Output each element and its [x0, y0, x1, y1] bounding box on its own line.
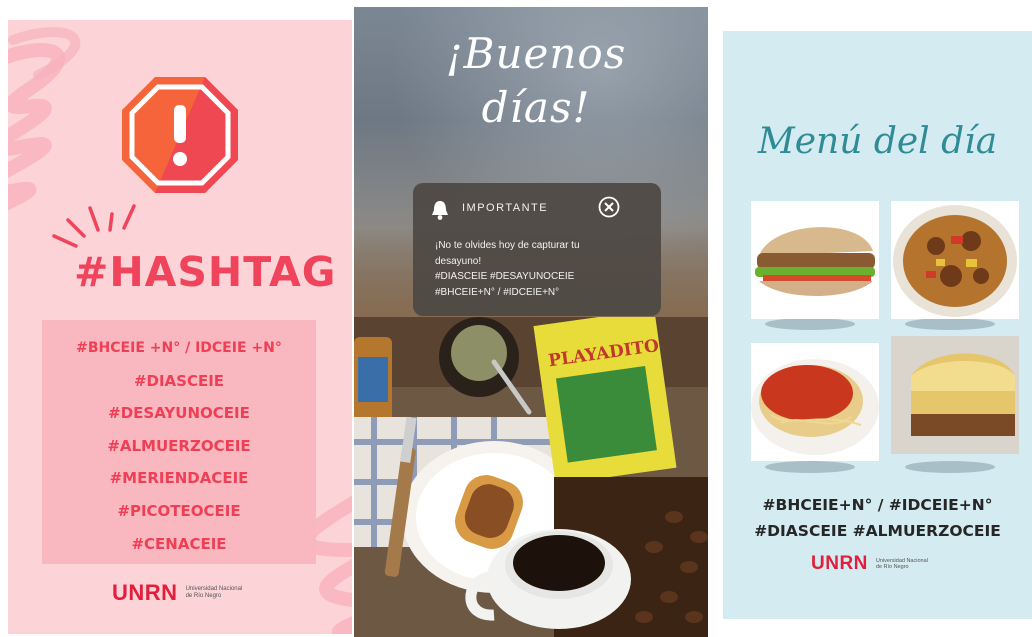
dish-stew-image — [891, 201, 1019, 319]
hashtag-list: #BHCEIE +N° / IDCEIE +N° #DIASCEIE #DESA… — [42, 332, 316, 560]
buenos-dias-panel: ¡Buenos días! IMPORTANTE ¡No te olvides … — [354, 7, 708, 637]
dish-shadow — [765, 318, 855, 330]
notification-line: #BHCEIE+N° / #IDCEIE+N° — [435, 286, 560, 298]
notification-line: ¡No te olvides hoy de capturar tu — [435, 240, 580, 251]
greeting-line2: días! — [481, 83, 591, 132]
hashtag-item: #CENACEIE — [131, 534, 227, 553]
dish-pie-image — [891, 336, 1019, 454]
greeting-heading: ¡Buenos días! — [436, 27, 636, 135]
dish-spaghetti-image — [751, 343, 879, 461]
breakfast-collage: PLAYADITO — [354, 317, 708, 637]
university-name-line2: de Río Negro — [875, 564, 909, 570]
university-name-line1: Universidad Nacional — [185, 586, 243, 592]
close-icon[interactable] — [598, 196, 620, 218]
university-name: Universidad Nacional de Río Negro — [186, 586, 243, 600]
bell-icon — [432, 201, 448, 220]
unrn-wordmark: UNRN — [112, 580, 178, 605]
hashtag-item: #PICOTEOCEIE — [117, 501, 241, 520]
university-name: Universidad Nacional de Río Negro — [876, 558, 928, 571]
warning-octagon-icon — [122, 77, 238, 193]
unrn-logo: UNRN Universidad Nacional de Río Negro — [112, 580, 242, 606]
notification-body: ¡No te olvides hoy de capturar tu desayu… — [435, 238, 655, 300]
notification-line: desayuno! — [435, 255, 482, 267]
hashtag-item: #DIASCEIE — [133, 371, 225, 390]
notification-card: IMPORTANTE ¡No te olvides hoy de captura… — [413, 183, 661, 316]
hashtag-panel: #HASHTAG #BHCEIE +N° / IDCEIE +N° #DIASC… — [8, 20, 352, 634]
hashtag-item: #DESAYUNOCEIE — [108, 404, 250, 423]
menu-hashtag-line: #BHCEIE+N° / #IDCEIE+N° — [762, 496, 993, 514]
university-name-line2: de Río Negro — [185, 593, 222, 599]
dish-shadow — [905, 318, 995, 330]
dish-shadow — [905, 461, 995, 473]
notification-title: IMPORTANTE — [462, 202, 549, 214]
menu-hashtags: #BHCEIE+N° / #IDCEIE+N° #DIASCEIE #ALMUE… — [723, 492, 1032, 544]
hashtag-item: #ALMUERZOCEIE — [107, 436, 251, 455]
notification-line: #DIASCEIE #DESAYUNOCEIE — [435, 271, 575, 282]
hashtag-title: #HASHTAG — [74, 248, 337, 296]
decorative-scribble-top — [8, 27, 81, 210]
menu-hashtag-line: #DIASCEIE #ALMUERZOCEIE — [754, 522, 1001, 540]
menu-title: Menú del día — [757, 121, 998, 162]
dish-sandwich-image — [751, 201, 879, 319]
unrn-logo: UNRN Universidad Nacional de Río Negro — [811, 553, 928, 575]
hashtag-item: #MERIENDACEIE — [109, 469, 249, 488]
greeting-line1: ¡Buenos — [445, 29, 627, 78]
menu-panel: Menú del día #BHCEIE+N° / #IDCEIE+N° #DI… — [723, 31, 1032, 619]
dish-shadow — [765, 461, 855, 473]
hashtag-item: #BHCEIE +N° / IDCEIE +N° — [76, 340, 282, 356]
unrn-wordmark: UNRN — [811, 553, 868, 574]
